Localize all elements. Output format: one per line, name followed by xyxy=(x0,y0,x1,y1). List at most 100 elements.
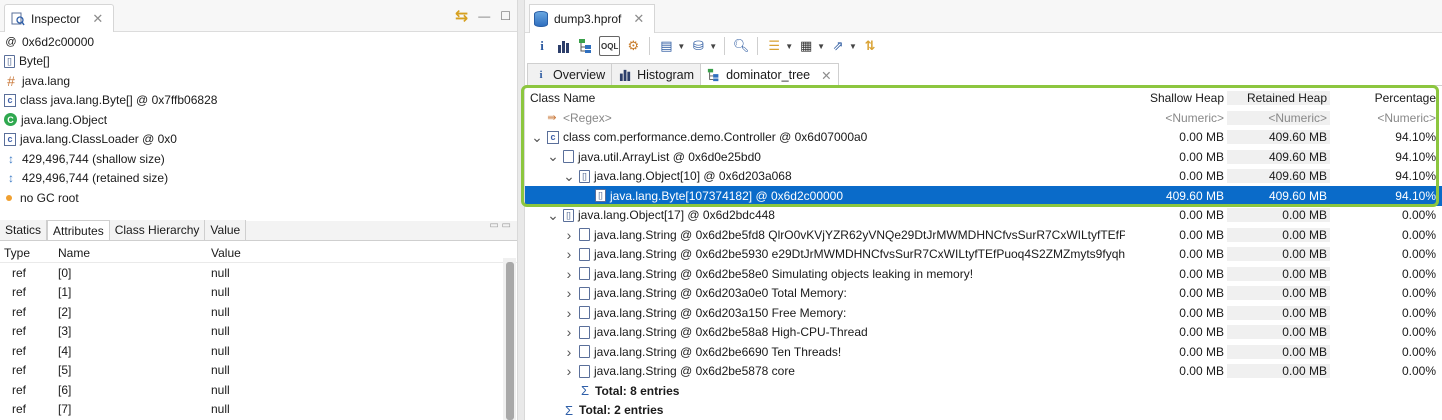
object-label: java.lang.String @ 0x6d2be5878 core xyxy=(594,364,795,379)
tree-row[interactable]: [] java.lang.Byte[107374182] @ 0x6d2c0000… xyxy=(525,186,1442,206)
inspector-row[interactable]: c class java.lang.Byte[] @ 0x7ffb06828 xyxy=(0,91,517,111)
cell-value: null xyxy=(211,265,230,280)
tab-value[interactable]: Value xyxy=(205,220,247,240)
chevron-down-icon[interactable]: ⌄ xyxy=(563,168,575,185)
column-type[interactable]: Type xyxy=(0,246,58,260)
tab-statics[interactable]: Statics xyxy=(0,220,48,240)
chevron-right-icon[interactable]: › xyxy=(563,344,575,360)
close-icon[interactable]: ✕ xyxy=(633,11,644,27)
inspector-row[interactable]: @0x6d2c00000 xyxy=(0,32,517,52)
chevron-down-icon[interactable]: ▼ xyxy=(817,42,825,51)
tab-histogram[interactable]: Histogram xyxy=(611,63,702,85)
inspector-tab[interactable]: Inspector ✕ xyxy=(4,4,115,32)
table-row[interactable]: ref [2] null xyxy=(0,302,517,322)
retained-filter-input[interactable]: <Numeric> xyxy=(1227,110,1330,125)
chevron-down-icon[interactable]: ▼ xyxy=(677,42,685,51)
percentage-filter-input[interactable]: <Numeric> xyxy=(1330,111,1439,125)
tab-overview[interactable]: i Overview xyxy=(527,63,613,85)
thread-overview-icon[interactable]: ⚙ xyxy=(624,36,642,56)
scrollbar-thumb[interactable] xyxy=(506,262,514,420)
tree-row[interactable]: › java.lang.String @ 0x6d2be5fd8 QlrO0vKV… xyxy=(525,225,1442,245)
inspector-row[interactable]: ↕ 429,496,744 (shallow size) xyxy=(0,149,517,169)
cell-retained-heap: 409.60 MB xyxy=(1227,130,1330,145)
run-report-icon[interactable]: ▤ xyxy=(657,36,675,56)
chevron-right-icon[interactable]: › xyxy=(563,285,575,301)
chevron-right-icon[interactable]: › xyxy=(563,266,575,282)
inspector-row[interactable]: [] Byte[] xyxy=(0,52,517,72)
close-icon[interactable]: ✕ xyxy=(821,68,831,83)
table-row[interactable]: ref [6] null xyxy=(0,380,517,400)
tree-row[interactable]: › java.lang.String @ 0x6d203a150 Free Mem… xyxy=(525,303,1442,323)
compare-icon[interactable]: ⇅ xyxy=(861,36,879,56)
total-label: Total: 2 entries xyxy=(579,403,664,418)
chevron-right-icon[interactable]: › xyxy=(563,324,575,340)
regex-filter-input[interactable]: <Regex> xyxy=(563,111,612,125)
group-by-icon[interactable]: ☰ xyxy=(765,36,783,56)
chevron-right-icon[interactable]: › xyxy=(563,246,575,262)
chevron-down-icon[interactable]: ⌄ xyxy=(531,129,543,146)
table-row[interactable]: ref [4] null xyxy=(0,341,517,361)
overview-icon[interactable]: i xyxy=(533,36,551,56)
table-row[interactable]: ref [5] null xyxy=(0,361,517,381)
sash[interactable] xyxy=(517,0,525,420)
table-row[interactable]: ref [7] null xyxy=(0,400,517,420)
maximize-icon[interactable]: ☐ xyxy=(500,9,511,23)
table-row[interactable]: ref [1] null xyxy=(0,283,517,303)
chevron-down-icon[interactable]: ▼ xyxy=(785,42,793,51)
column-value[interactable]: Value xyxy=(211,246,517,260)
close-icon[interactable]: ✕ xyxy=(92,11,103,27)
inspector-row[interactable]: no GC root xyxy=(0,188,517,208)
tab-class-hierarchy[interactable]: Class Hierarchy xyxy=(109,220,206,240)
table-row[interactable]: ref [3] null xyxy=(0,322,517,342)
filter-name-cell[interactable]: ⇛ <Regex> xyxy=(525,111,1125,125)
tree-row[interactable]: › java.lang.String @ 0x6d2be58a8 High-CPU… xyxy=(525,323,1442,343)
tree-row[interactable]: ⌄ [] java.lang.Object[10] @ 0x6d203a068 0.0… xyxy=(525,167,1442,187)
tab-dominator-tree[interactable]: dominator_tree ✕ xyxy=(700,63,839,86)
column-name[interactable]: Name xyxy=(58,246,211,260)
chevron-right-icon[interactable]: › xyxy=(563,227,575,243)
total-row[interactable]: Σ Total: 8 entries xyxy=(525,381,1442,401)
dominator-tree-icon[interactable] xyxy=(577,36,595,56)
chevron-down-icon[interactable]: ▼ xyxy=(849,42,857,51)
shallow-filter-input[interactable]: <Numeric> xyxy=(1125,111,1227,125)
cell-retained-heap: 0.00 MB xyxy=(1227,344,1330,359)
tree-row[interactable]: › java.lang.String @ 0x6d203a0e0 Total Me… xyxy=(525,284,1442,304)
tree-row[interactable]: › java.lang.String @ 0x6d2be6690 Ten Thre… xyxy=(525,342,1442,362)
search-icon[interactable]: 🔍︎ xyxy=(732,36,750,56)
inspector-row[interactable]: c java.lang.ClassLoader @ 0x0 xyxy=(0,130,517,150)
view-menu-icon[interactable]: ▭ ▭ xyxy=(489,220,511,231)
query-browser-icon[interactable]: ⛁ xyxy=(689,36,707,56)
cell-class-name: › java.lang.String @ 0x6d2be5fd8 QlrO0vKV… xyxy=(525,227,1125,243)
cell-shallow-heap: 0.00 MB xyxy=(1179,130,1224,145)
calculate-retained-icon[interactable]: ▦ xyxy=(797,36,815,56)
chevron-right-icon[interactable]: › xyxy=(563,363,575,379)
tree-row[interactable]: ⌄ java.util.ArrayList @ 0x6d0e25bd0 0.00 M… xyxy=(525,147,1442,167)
chevron-down-icon[interactable]: ▼ xyxy=(709,42,717,51)
tree-row[interactable]: ⌄ c class com.performance.demo.Controller … xyxy=(525,128,1442,148)
minimize-icon[interactable]: — xyxy=(478,9,490,23)
editor-tab-dump[interactable]: dump3.hprof ✕ xyxy=(529,4,656,33)
chevron-down-icon[interactable]: ⌄ xyxy=(547,207,559,224)
oql-icon[interactable]: OQL xyxy=(599,36,621,56)
tree-row[interactable]: ⌄ [] java.lang.Object[17] @ 0x6d2bdc448 0.0… xyxy=(525,206,1442,226)
inspector-row[interactable]: ↕ 429,496,744 (retained size) xyxy=(0,169,517,189)
tree-row[interactable]: › java.lang.String @ 0x6d2be5878 core 0.00… xyxy=(525,362,1442,382)
table-row[interactable]: ref [0] null xyxy=(0,263,517,283)
tree-row[interactable]: › java.lang.String @ 0x6d2be5930 e29DtJrM… xyxy=(525,245,1442,265)
column-retained-heap[interactable]: Retained Heap xyxy=(1227,91,1330,105)
tab-attributes[interactable]: Attributes xyxy=(47,220,110,240)
inspector-row[interactable]: Cjava.lang.Object xyxy=(0,110,517,130)
chevron-right-icon[interactable]: › xyxy=(563,305,575,321)
inspector-row[interactable]: # java.lang xyxy=(0,71,517,91)
tree-row[interactable]: › java.lang.String @ 0x6d2be58e0 Simulati… xyxy=(525,264,1442,284)
histogram-icon[interactable] xyxy=(555,36,573,56)
cell-shallow-heap: 0.00 MB xyxy=(1179,344,1224,359)
column-class-name[interactable]: Class Name xyxy=(525,91,1125,105)
column-percentage[interactable]: Percentage xyxy=(1330,91,1439,105)
attributes-header: Type Name Value xyxy=(0,243,517,263)
export-icon[interactable]: ⇗ xyxy=(829,36,847,56)
link-with-editor-icon[interactable]: ⇆ xyxy=(455,6,468,26)
chevron-down-icon[interactable]: ⌄ xyxy=(547,148,559,165)
total-row[interactable]: Σ Total: 2 entries xyxy=(525,401,1442,420)
column-shallow-heap[interactable]: Shallow Heap xyxy=(1125,91,1227,105)
